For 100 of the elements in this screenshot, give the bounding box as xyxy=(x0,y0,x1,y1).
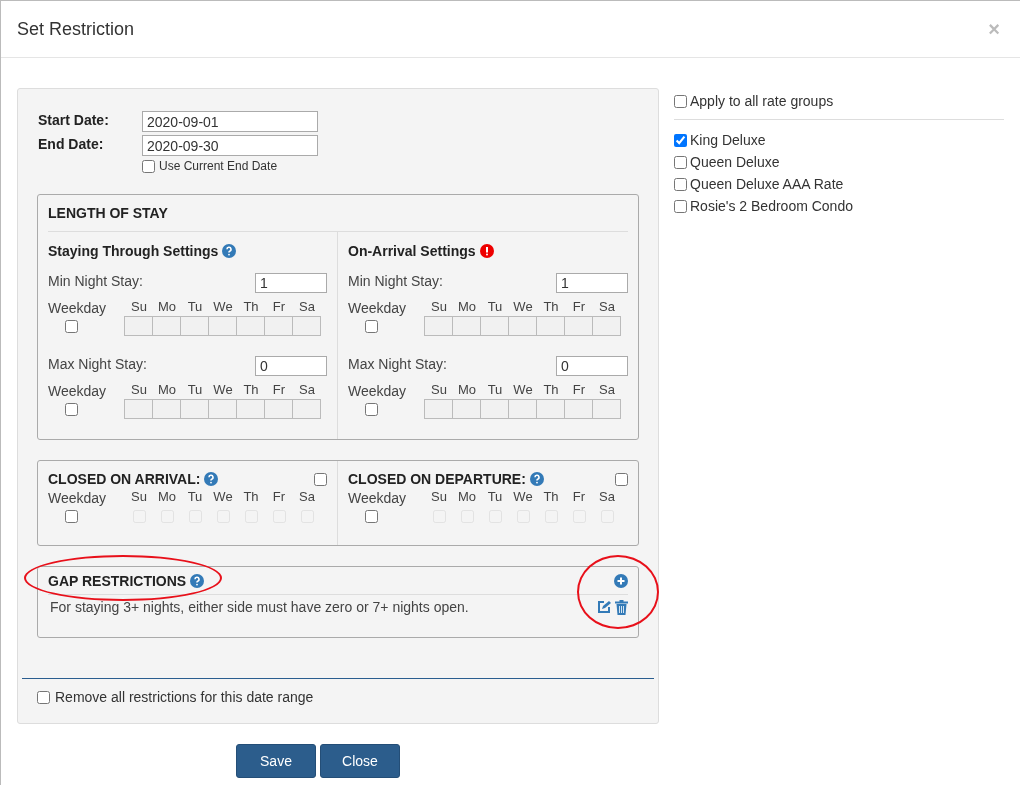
day-field[interactable] xyxy=(292,316,321,336)
day-field[interactable] xyxy=(592,316,621,336)
day-field[interactable] xyxy=(564,399,593,419)
day-field[interactable] xyxy=(480,316,509,336)
section-title: CLOSED ON ARRIVAL: xyxy=(48,471,201,487)
help-icon[interactable] xyxy=(529,472,544,486)
day-field[interactable] xyxy=(480,399,509,419)
day-field[interactable] xyxy=(236,316,265,336)
checkbox[interactable] xyxy=(615,472,628,486)
settings-title: On-Arrival Settings xyxy=(348,243,476,259)
weekday-label: Weekday xyxy=(48,382,108,399)
checkbox[interactable] xyxy=(64,319,78,333)
night-stay-field[interactable]: 1 xyxy=(556,273,628,293)
add-button[interactable] xyxy=(614,573,628,588)
day-field[interactable] xyxy=(264,399,293,419)
day-label: Sa xyxy=(598,489,616,506)
night-stay-field[interactable]: 0 xyxy=(255,356,327,376)
day-field[interactable] xyxy=(208,399,237,419)
rate-group-label: Queen Deluxe AAA Rate xyxy=(690,176,844,192)
checkbox[interactable] xyxy=(37,690,50,704)
day-field[interactable] xyxy=(452,316,481,336)
day-label: We xyxy=(212,489,234,506)
day-field[interactable] xyxy=(508,316,537,336)
day-label: Su xyxy=(130,299,148,316)
checkbox[interactable] xyxy=(674,199,687,213)
day-label: Th xyxy=(242,382,260,399)
day-label: Su xyxy=(130,489,148,506)
day-label: Mo xyxy=(156,489,178,506)
rate-group-label: Queen Deluxe xyxy=(690,154,780,170)
day-label: Sa xyxy=(298,382,316,399)
checkbox[interactable] xyxy=(64,509,78,523)
day-label: Tu xyxy=(186,382,204,399)
delete-button[interactable] xyxy=(615,599,628,615)
day-label: We xyxy=(212,299,234,316)
day-label: Mo xyxy=(456,299,478,316)
edit-button[interactable] xyxy=(597,600,611,614)
settings-title: Staying Through Settings xyxy=(48,243,219,259)
day-field[interactable] xyxy=(180,399,209,419)
checkbox[interactable] xyxy=(314,472,327,486)
day-field[interactable] xyxy=(152,399,181,419)
checkbox[interactable] xyxy=(364,319,378,333)
day-label: Tu xyxy=(486,489,504,506)
checkbox[interactable] xyxy=(64,402,78,416)
day-label: Fr xyxy=(571,299,587,316)
day-label: Sa xyxy=(298,299,316,316)
day-label: We xyxy=(512,382,534,399)
weekday-label: Weekday xyxy=(348,299,408,316)
field-label: Min Night Stay: xyxy=(48,273,143,289)
day-label: Mo xyxy=(156,299,178,316)
day-field[interactable] xyxy=(236,399,265,419)
dialog-button[interactable]: Save xyxy=(236,744,316,778)
start-date-field[interactable]: 2020-09-01 xyxy=(142,111,318,132)
day-field[interactable] xyxy=(180,316,209,336)
day-field[interactable] xyxy=(424,399,453,419)
field-label: Max Night Stay: xyxy=(48,356,147,372)
day-label: Mo xyxy=(456,382,478,399)
checkbox-label: Use Current End Date xyxy=(159,159,278,173)
checkbox[interactable] xyxy=(674,177,687,191)
dialog-button[interactable]: Close xyxy=(320,744,400,778)
night-stay-field[interactable]: 1 xyxy=(255,273,327,293)
checkbox[interactable] xyxy=(674,155,687,169)
checkbox[interactable] xyxy=(364,509,378,523)
day-label: Tu xyxy=(486,382,504,399)
day-label: Mo xyxy=(456,489,478,506)
help-icon[interactable] xyxy=(190,573,205,588)
exclamation-icon[interactable] xyxy=(479,244,494,258)
weekday-label: Weekday xyxy=(348,489,408,506)
help-icon[interactable] xyxy=(222,244,237,258)
day-label: Fr xyxy=(571,489,587,506)
rate-group-label: Rosie's 2 Bedroom Condo xyxy=(690,198,853,214)
field-label: Max Night Stay: xyxy=(348,356,447,372)
rate-group-label: King Deluxe xyxy=(690,132,766,148)
checkbox[interactable] xyxy=(142,159,155,173)
day-field[interactable] xyxy=(264,316,293,336)
checkbox[interactable] xyxy=(674,133,687,147)
help-icon[interactable] xyxy=(204,472,219,486)
day-field[interactable] xyxy=(564,316,593,336)
day-field[interactable] xyxy=(208,316,237,336)
day-field[interactable] xyxy=(124,316,153,336)
day-label: Fr xyxy=(271,382,287,399)
day-label: Tu xyxy=(486,299,504,316)
day-label: Sa xyxy=(598,299,616,316)
day-field[interactable] xyxy=(424,316,453,336)
day-field[interactable] xyxy=(508,399,537,419)
day-label: We xyxy=(512,489,534,506)
day-field[interactable] xyxy=(124,399,153,419)
day-field[interactable] xyxy=(592,399,621,419)
day-label: Su xyxy=(430,489,448,506)
day-field[interactable] xyxy=(536,399,565,419)
checkbox[interactable] xyxy=(364,402,378,416)
end-date-field[interactable]: 2020-09-30 xyxy=(142,135,318,156)
day-field[interactable] xyxy=(536,316,565,336)
checkbox[interactable] xyxy=(674,94,687,108)
day-label: Sa xyxy=(598,382,616,399)
day-field[interactable] xyxy=(152,316,181,336)
day-label: Su xyxy=(430,299,448,316)
day-field[interactable] xyxy=(452,399,481,419)
night-stay-field[interactable]: 0 xyxy=(556,356,628,376)
day-field[interactable] xyxy=(292,399,321,419)
dialog-title: Set Restriction xyxy=(17,18,135,40)
